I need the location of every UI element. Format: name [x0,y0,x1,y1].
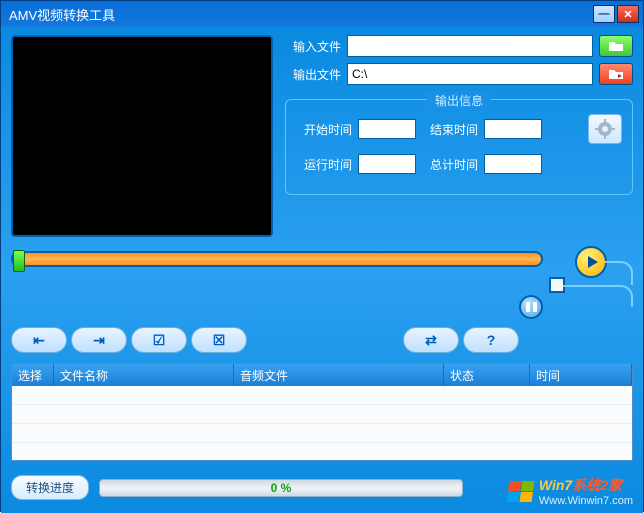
watermark-brand: Win7 [539,477,572,493]
progress-bar: 0 % [99,479,463,497]
output-file-label: 输出文件 [285,66,341,83]
output-info-panel: 输出信息 开始时间 结束时间 运行时间 总计时间 [285,99,633,195]
minimize-button[interactable]: — [593,5,615,23]
help-button[interactable]: ? [463,327,519,353]
convert-icon: ⇄ [425,332,437,349]
watermark-url: Www.Winwin7.com [539,495,633,507]
table-row [12,443,632,461]
help-icon: ? [487,332,496,348]
content-area: 输入文件 输出文件 输出信息 开始时间 [1,27,643,513]
seek-thumb[interactable] [13,250,25,272]
col-audio[interactable]: 音频文件 [234,364,444,386]
check-icon: ☑ [153,332,166,349]
pause-icon [526,302,530,312]
watermark: Win7系统2家 Www.Winwin7.com [508,475,633,507]
video-preview [11,35,273,237]
input-file-label: 输入文件 [285,38,341,55]
col-time[interactable]: 时间 [530,364,632,386]
folder-open-icon [608,40,624,52]
progress-label: 转换进度 [11,475,89,500]
table-body[interactable] [12,386,632,461]
browse-output-button[interactable] [599,63,633,85]
play-button[interactable] [575,246,607,278]
watermark-brand2: 系统2家 [572,477,622,493]
seek-slider[interactable] [11,251,543,267]
titlebar: AMV视频转换工具 — ✕ [1,1,643,27]
table-row [12,386,632,405]
uncheck-icon: ☒ [213,332,226,349]
start-time-label: 开始时间 [296,121,352,138]
window-title: AMV视频转换工具 [5,5,593,24]
settings-button[interactable] [588,114,622,144]
table-row [12,424,632,443]
pause-button[interactable] [519,295,543,319]
end-time-field[interactable] [484,119,542,139]
mark-in-icon: ⇤ [33,332,45,349]
run-time-label: 运行时间 [296,156,352,173]
col-select[interactable]: 选择 [12,364,54,386]
start-time-field[interactable] [358,119,416,139]
run-time-field[interactable] [358,154,416,174]
col-filename[interactable]: 文件名称 [54,364,234,386]
close-button[interactable]: ✕ [617,5,639,23]
total-time-label: 总计时间 [422,156,478,173]
mark-out-button[interactable]: ⇥ [71,327,127,353]
progress-percent: 0 % [271,481,292,495]
output-file-field[interactable] [347,63,593,85]
mark-in-button[interactable]: ⇤ [11,327,67,353]
file-table: 选择 文件名称 音频文件 状态 时间 [11,363,633,461]
total-time-field[interactable] [484,154,542,174]
windows-logo-icon [506,481,534,502]
play-icon [588,256,598,268]
convert-button[interactable]: ⇄ [403,327,459,353]
input-file-field[interactable] [347,35,593,57]
end-time-label: 结束时间 [422,121,478,138]
folder-export-icon [608,68,624,80]
app-window: AMV视频转换工具 — ✕ 输入文件 输出文件 [0,0,644,512]
gear-icon [595,119,615,139]
mark-out-icon: ⇥ [93,332,105,349]
output-info-title: 输出信息 [427,92,491,109]
uncheck-button[interactable]: ☒ [191,327,247,353]
table-header: 选择 文件名称 音频文件 状态 时间 [12,364,632,386]
check-button[interactable]: ☑ [131,327,187,353]
col-status[interactable]: 状态 [444,364,530,386]
table-row [12,405,632,424]
browse-input-button[interactable] [599,35,633,57]
